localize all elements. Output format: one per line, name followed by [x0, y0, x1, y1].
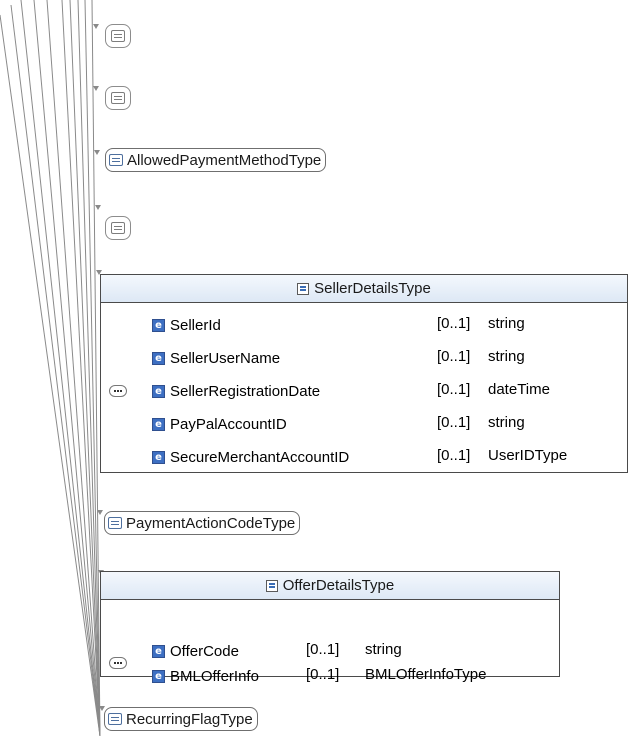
element-icon: e [152, 644, 165, 658]
element-icon: e [152, 450, 165, 464]
element-row[interactable]: e BMLOfferInfo [152, 666, 259, 686]
sequence-icon[interactable] [109, 385, 127, 397]
seller-details-type-box[interactable]: SellerDetailsType [100, 274, 628, 473]
element-icon: e [152, 318, 165, 332]
element-row[interactable]: e SellerRegistrationDate [152, 381, 320, 401]
element-occurs: [0..1] [437, 315, 471, 332]
element-type: dateTime [488, 381, 550, 398]
element-icon: e [152, 384, 165, 398]
complex-type-icon [297, 282, 310, 295]
element-icon: e [152, 669, 165, 683]
element-name: OfferCode [170, 642, 239, 660]
simple-type-node[interactable] [105, 216, 131, 240]
complex-type-icon [265, 579, 278, 592]
element-type: string [488, 414, 525, 431]
sequence-icon[interactable] [109, 657, 127, 669]
simple-type-icon [111, 222, 125, 234]
element-icon: e [152, 351, 165, 365]
element-occurs: [0..1] [437, 348, 471, 365]
element-occurs: [0..1] [306, 666, 340, 683]
element-name: SellerRegistrationDate [170, 382, 321, 400]
element-name: SellerUserName [170, 349, 281, 367]
node-label: RecurringFlagType [126, 710, 253, 728]
offer-details-header: OfferDetailsType [101, 572, 559, 600]
element-occurs: [0..1] [437, 414, 471, 431]
complex-type-title: SellerDetailsType [314, 280, 431, 297]
element-type: BMLOfferInfoType [365, 666, 487, 683]
element-occurs: [0..1] [437, 447, 471, 464]
simple-type-icon [111, 92, 125, 104]
element-type: UserIDType [488, 447, 568, 464]
node-label: AllowedPaymentMethodType [127, 151, 322, 169]
recurring-flag-type-node[interactable]: RecurringFlagType [104, 707, 258, 731]
element-row[interactable]: e SecureMerchantAccountID [152, 447, 349, 467]
element-occurs: [0..1] [306, 641, 340, 658]
element-row[interactable]: e SellerId [152, 315, 221, 335]
element-name: PayPalAccountID [170, 415, 287, 433]
simple-type-icon [108, 713, 122, 725]
element-name: SecureMerchantAccountID [170, 448, 350, 466]
simple-type-node[interactable] [105, 86, 131, 110]
simple-type-icon [109, 154, 123, 166]
node-label: PaymentActionCodeType [126, 514, 296, 532]
element-icon: e [152, 417, 165, 431]
element-row[interactable]: e OfferCode [152, 641, 239, 661]
seller-details-header: SellerDetailsType [101, 275, 627, 303]
element-type: string [488, 315, 525, 332]
offer-details-type-box[interactable]: OfferDetailsType [100, 571, 560, 677]
element-name: SellerId [170, 316, 221, 334]
payment-action-code-type-node[interactable]: PaymentActionCodeType [104, 511, 301, 535]
element-name: BMLOfferInfo [170, 667, 259, 685]
element-occurs: [0..1] [437, 381, 471, 398]
allowed-payment-method-type-node[interactable]: AllowedPaymentMethodType [105, 148, 327, 172]
complex-type-title: OfferDetailsType [282, 577, 395, 594]
element-type: string [365, 641, 402, 658]
simple-type-icon [111, 30, 125, 42]
simple-type-icon [108, 517, 122, 529]
element-row[interactable]: e SellerUserName [152, 348, 280, 368]
element-row[interactable]: e PayPalAccountID [152, 414, 287, 434]
simple-type-node[interactable] [105, 24, 131, 48]
element-type: string [488, 348, 525, 365]
